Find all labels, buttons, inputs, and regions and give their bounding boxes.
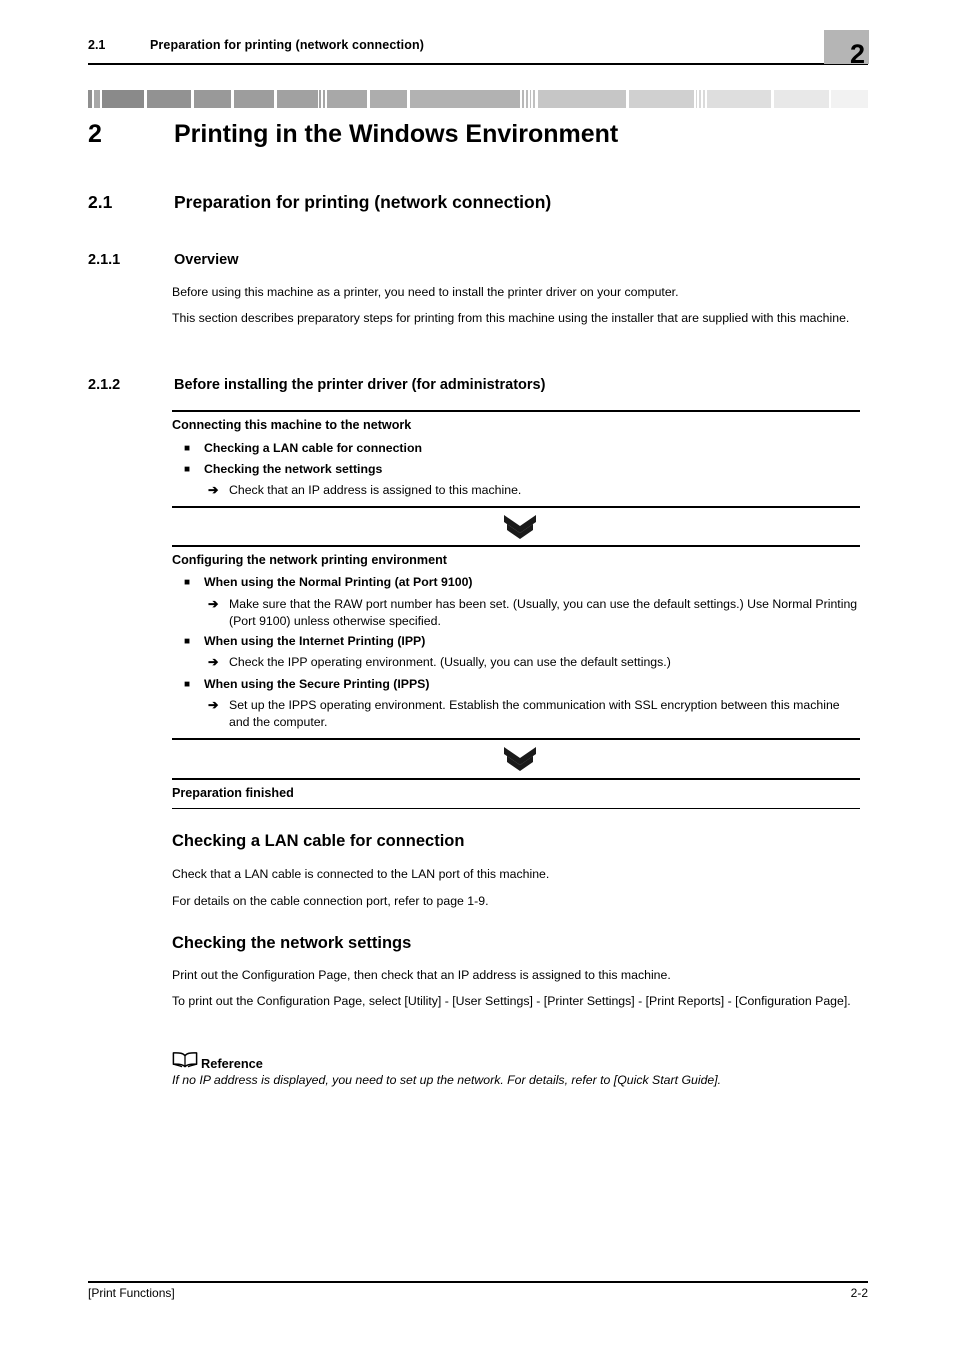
chapter-tab: 2 — [824, 30, 869, 68]
double-chevron-down-icon — [503, 514, 537, 540]
subsection-heading-2-1-1: 2.1.1 Overview — [88, 252, 888, 268]
subsection-heading-number: 2.1.2 — [88, 377, 121, 393]
arrow-right-icon: ➔ — [208, 483, 219, 497]
open-book-icon — [172, 1052, 198, 1074]
arrow-right-icon: ➔ — [208, 597, 219, 611]
chapter-heading-title: Printing in the Windows Environment — [174, 120, 619, 148]
flow-block-2-title: Configuring the network printing environ… — [172, 553, 447, 567]
reference-heading: Reference — [172, 1052, 263, 1074]
barcode-segment — [194, 90, 231, 108]
chapter-heading: 2 Printing in the Windows Environment — [88, 120, 888, 149]
barcode-segment — [629, 90, 694, 108]
flow-block-3-top-rule — [172, 778, 860, 781]
flow-block-2-bottom-rule — [172, 738, 860, 741]
section-heading-number: 2.1 — [88, 192, 113, 212]
chapter-tab-number: 2 — [849, 39, 865, 69]
footer-page-number: 2-2 — [850, 1286, 868, 1300]
barcode-segment — [276, 90, 318, 108]
flow-bullet-label: When using the Internet Printing (IPP) — [204, 634, 426, 648]
flow-block-2-bullet-1: ■ When using the Normal Printing (at Por… — [184, 575, 860, 591]
flow-block-1-top-rule — [172, 410, 860, 413]
barcode-segment — [326, 90, 368, 108]
footer-manual-name: [Print Functions] — [88, 1286, 175, 1300]
flow-block-2-top-rule — [172, 545, 860, 548]
barcode-segment — [370, 90, 407, 108]
header-rule — [88, 63, 868, 66]
overview-paragraph-2: This section describes preparatory steps… — [172, 311, 850, 325]
section-heading-title: Preparation for printing (network connec… — [174, 192, 552, 212]
barcode-segment — [537, 90, 627, 108]
running-header-title: Preparation for printing (network connec… — [150, 38, 424, 52]
square-bullet-icon: ■ — [184, 577, 191, 588]
lan-section-paragraph-2: For details on the cable connection port… — [172, 894, 489, 908]
lan-section-paragraph-1: Check that a LAN cable is connected to t… — [172, 867, 550, 881]
flow-block-3-bottom-rule — [172, 808, 860, 810]
subsection-heading-title: Before installing the printer driver (fo… — [174, 377, 546, 393]
flow-block-2-arrow-2: ➔ Check the IPP operating environment. (… — [208, 654, 860, 671]
square-bullet-icon: ■ — [184, 443, 191, 454]
decorative-barcode-strip — [88, 90, 868, 108]
barcode-segment — [409, 90, 521, 108]
flow-bullet-label: Checking a LAN cable for connection — [204, 441, 422, 455]
flow-arrow-text: Check that an IP address is assigned to … — [229, 483, 522, 497]
flow-arrow-text: Set up the IPPS operating environment. E… — [229, 698, 840, 729]
reference-text: If no IP address is displayed, you need … — [172, 1073, 722, 1087]
chapter-heading-number: 2 — [88, 120, 102, 148]
square-bullet-icon: ■ — [184, 636, 191, 647]
square-bullet-icon: ■ — [184, 464, 191, 475]
square-bullet-icon: ■ — [184, 679, 191, 690]
flow-block-2-arrow-3: ➔ Set up the IPPS operating environment.… — [208, 697, 860, 730]
flow-block-2-bullet-2: ■ When using the Internet Printing (IPP) — [184, 634, 860, 650]
flow-block-3-title: Preparation finished — [172, 786, 294, 800]
network-section-paragraph-2: To print out the Configuration Page, sel… — [172, 994, 851, 1008]
flow-bullet-label: When using the Secure Printing (IPPS) — [204, 677, 430, 691]
overview-paragraph-1: Before using this machine as a printer, … — [172, 285, 679, 299]
barcode-segment — [831, 90, 868, 108]
barcode-segment — [101, 90, 145, 108]
footer-rule — [88, 1281, 868, 1283]
flow-block-2-arrow-1: ➔ Make sure that the RAW port number has… — [208, 596, 860, 629]
flow-arrow-text: Check the IPP operating environment. (Us… — [229, 655, 671, 669]
barcode-segment — [147, 90, 192, 108]
flow-block-1-bottom-rule — [172, 506, 860, 509]
running-header: 2.1 Preparation for printing (network co… — [88, 38, 868, 60]
arrow-right-icon: ➔ — [208, 698, 219, 712]
flow-arrow-text: Make sure that the RAW port number has b… — [229, 597, 858, 628]
flow-block-2-bullet-3: ■ When using the Secure Printing (IPPS) — [184, 677, 860, 693]
double-chevron-down-icon — [503, 746, 537, 772]
barcode-segment — [706, 90, 772, 108]
barcode-segment — [233, 90, 275, 108]
barcode-segment — [773, 90, 830, 108]
network-section-title: Checking the network settings — [172, 934, 412, 952]
flow-block-1-title: Connecting this machine to the network — [172, 418, 412, 432]
flow-bullet-label: When using the Normal Printing (at Port … — [204, 575, 473, 589]
running-header-number: 2.1 — [88, 38, 106, 52]
flow-bullet-label: Checking the network settings — [204, 462, 383, 476]
flow-block-1-bullet-2: ■ Checking the network settings — [184, 462, 860, 478]
lan-section-title: Checking a LAN cable for connection — [172, 832, 465, 850]
subsection-heading-title: Overview — [174, 252, 239, 268]
network-section-paragraph-1: Print out the Configuration Page, then c… — [172, 968, 671, 982]
arrow-right-icon: ➔ — [208, 655, 219, 669]
flow-block-1-bullet-1: ■ Checking a LAN cable for connection — [184, 441, 860, 457]
subsection-heading-2-1-2: 2.1.2 Before installing the printer driv… — [88, 377, 888, 393]
subsection-heading-number: 2.1.1 — [88, 252, 121, 268]
section-heading-2-1: 2.1 Preparation for printing (network co… — [88, 192, 888, 213]
page-header: 2.1 Preparation for printing (network co… — [0, 0, 954, 80]
reference-label: Reference — [201, 1055, 263, 1071]
flow-block-1-arrow-1: ➔ Check that an IP address is assigned t… — [208, 482, 860, 499]
